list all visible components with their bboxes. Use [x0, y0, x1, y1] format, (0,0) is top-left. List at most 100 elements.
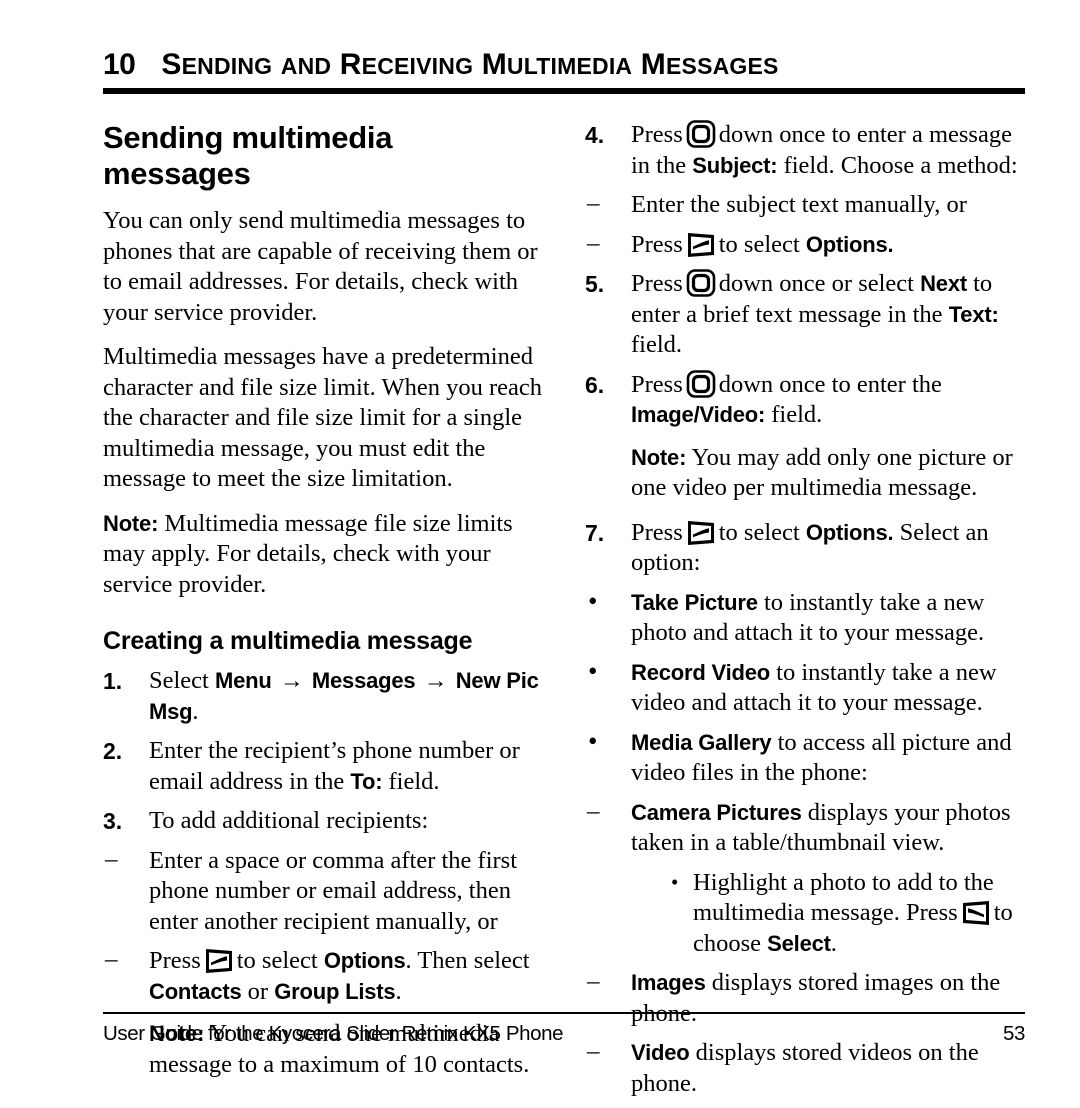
to-select-label: to select — [718, 230, 800, 258]
press-label: Press — [631, 230, 683, 258]
navigation-key-icon — [686, 120, 716, 148]
left-softkey-icon — [686, 520, 716, 546]
press-label: Press — [631, 121, 683, 148]
menu-term-select: Select — [767, 930, 831, 956]
note-3: Note: You may add only one picture or on… — [631, 443, 1025, 504]
step-marker: 3. — [103, 808, 123, 834]
step-marker: 5. — [585, 271, 605, 297]
gallery-term: Camera Pictures — [631, 799, 802, 825]
bullet-marker: • — [588, 585, 598, 616]
note-label: Note: — [631, 444, 687, 470]
note-1: Note: Multimedia message file size limit… — [103, 509, 543, 601]
gallery-term: Images — [631, 970, 706, 995]
step-6: 6. Press down once to enter the Image/Vid… — [585, 369, 1025, 431]
chapter-number: 10 — [103, 48, 136, 81]
section-heading: Sending multimedia messages — [103, 120, 393, 191]
press-label: Press — [149, 947, 201, 974]
press-label: Press — [631, 270, 683, 297]
footer-text: User Guide for the Kyocera Slider Remix … — [103, 1022, 564, 1045]
menu-term-contacts: Contacts — [149, 978, 242, 1004]
creating-steps-list: 1. Select Menu → Messages → New Pic Msg.… — [103, 666, 543, 837]
gallery-images: – Images displays stored images on the p… — [585, 968, 1025, 1029]
step-5: 5. Press down once or select Next to ente… — [585, 269, 1025, 361]
step-1-end: . — [192, 697, 199, 725]
step-7: 7. Press to select Options. Select an opt… — [585, 518, 1025, 579]
step-6-mid: down once to enter the — [718, 370, 942, 398]
step-marker: 4. — [585, 122, 605, 148]
dash-marker: – — [587, 190, 600, 217]
dash-marker: – — [587, 797, 600, 825]
step-4-dash-2: – Press to select Options. — [585, 230, 1025, 261]
dot-marker: • — [671, 869, 679, 894]
step-marker: 2. — [103, 738, 123, 764]
highlight-photo-tip: • Highlight a photo to add to the multim… — [671, 868, 1025, 960]
menu-term-options: Options. — [805, 231, 894, 257]
right-column: 4. Press down once to enter a message in … — [585, 120, 1025, 1108]
subsection-heading: Creating a multimedia message — [103, 627, 473, 655]
note-text: Multimedia message file size limits may … — [103, 509, 513, 598]
camera-pictures-dotlist: • Highlight a photo to add to the multim… — [671, 868, 1025, 960]
step-4-dash-1: – Enter the subject text manually, or — [585, 190, 1025, 221]
step-7-list: 7. Press to select Options. Select an opt… — [585, 518, 1025, 579]
menu-term-next: Next — [920, 271, 967, 296]
header-rule — [103, 88, 1025, 94]
step-3-sublist: – Enter a space or comma after the first… — [103, 846, 543, 1008]
dash-marker: – — [587, 968, 600, 995]
arrow-right-icon: → — [279, 668, 304, 694]
option-term: Media Gallery — [631, 729, 772, 755]
footer-rule — [103, 1012, 1025, 1014]
step-marker: 7. — [585, 519, 605, 546]
options-bullet-list: • Take Picture to instantly take a new p… — [585, 585, 1025, 789]
intro-paragraph-2: Multimedia messages have a predetermined… — [103, 343, 542, 492]
chapter-header: 10 Sending and Receiving Multimedia Mess… — [103, 48, 1025, 82]
document-page: 10 Sending and Receiving Multimedia Mess… — [103, 0, 1025, 1097]
option-record-video: • Record Video to instantly take a new v… — [585, 655, 1025, 719]
left-softkey-icon — [204, 948, 234, 974]
step-2-text-before: Enter the recipient’s phone number or em… — [149, 737, 520, 795]
step-2-text-after: field. — [388, 767, 440, 795]
bullet-marker: • — [588, 655, 598, 686]
right-softkey-icon — [961, 900, 991, 926]
step-2: 2. Enter the recipient’s phone number or… — [103, 736, 543, 797]
step-marker: 6. — [585, 371, 605, 398]
step-1: 1. Select Menu → Messages → New Pic Msg. — [103, 666, 543, 727]
option-take-picture: • Take Picture to instantly take a new p… — [585, 585, 1025, 649]
field-term-text: Text: — [948, 301, 999, 327]
dash-2-end: . — [395, 977, 402, 1005]
tip-end: . — [830, 929, 837, 957]
left-softkey-icon — [686, 232, 716, 258]
media-gallery-sublist: – Camera Pictures displays your photos t… — [585, 798, 1025, 859]
step-5-mid: down once or select — [718, 270, 914, 297]
dash-marker: – — [587, 229, 600, 257]
bullet-marker: • — [588, 725, 598, 756]
chapter-title: Sending and Receiving Multimedia Message… — [161, 48, 779, 81]
step-6-end: field. — [771, 401, 823, 428]
gallery-camera-pictures: – Camera Pictures displays your photos t… — [585, 798, 1025, 859]
note-text: You may add only one picture or one vide… — [631, 443, 1013, 502]
menu-term-options: Options. — [805, 519, 894, 545]
tip-text-before: Highlight a photo to add to the multimed… — [693, 868, 994, 927]
field-term-subject: Subject: — [692, 152, 778, 178]
intro-paragraph-1: You can only send multimedia messages to… — [103, 207, 538, 326]
steps-5-6-list: 5. Press down once or select Next to ente… — [585, 269, 1025, 431]
navigation-key-icon — [686, 369, 716, 398]
step-3-dash-1-text: Enter a space or comma after the first p… — [149, 846, 518, 935]
menu-term-menu: Menu — [215, 668, 272, 693]
step-1-lead: Select — [149, 667, 209, 694]
field-term-image-video: Image/Video: — [631, 402, 766, 427]
page-footer: User Guide for the Kyocera Slider Remix … — [103, 1022, 1025, 1046]
continued-steps-list: 4. Press down once to enter a message in … — [585, 120, 1025, 181]
to-select-label: to select — [236, 947, 318, 974]
dash-marker: – — [105, 845, 118, 873]
left-column: Sending multimedia messages You can only… — [103, 120, 543, 1094]
option-media-gallery: • Media Gallery to access all picture an… — [585, 725, 1025, 789]
or-label: or — [247, 977, 269, 1005]
then-select-label: . Then select — [405, 947, 530, 974]
press-label: Press — [631, 370, 683, 398]
page-number: 53 — [1002, 1022, 1025, 1045]
option-term: Record Video — [631, 659, 771, 685]
to-select-label: to select — [718, 518, 800, 546]
step-4-sublist: – Enter the subject text manually, or – … — [585, 190, 1025, 260]
step-3-dash-2: – Press to select Options. Then select Co… — [103, 946, 543, 1007]
step-3: 3. To add additional recipients: — [103, 806, 543, 837]
